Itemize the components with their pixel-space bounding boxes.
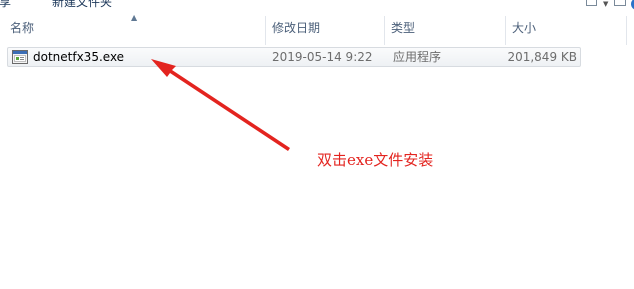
column-header-row: ▲ 名称 修改日期 类型 大小 — [0, 12, 634, 45]
toolbar-right-group: ▼ ? — [586, 0, 634, 10]
annotation-arrow-shape — [151, 59, 290, 151]
column-divider[interactable] — [505, 16, 506, 45]
share-menu-button[interactable]: 享 — [0, 0, 11, 10]
new-folder-button[interactable]: 新建文件夹 — [52, 0, 112, 10]
preview-pane-icon[interactable] — [614, 0, 628, 10]
view-options-icon[interactable] — [586, 0, 600, 10]
column-header-date-modified[interactable]: 修改日期 — [272, 12, 382, 45]
column-header-type[interactable]: 类型 — [391, 12, 501, 45]
toolbar: 享 新建文件夹 ▼ ? — [0, 0, 634, 12]
column-header-name[interactable]: 名称 — [10, 12, 265, 45]
column-header-size[interactable]: 大小 — [512, 12, 622, 45]
file-row-dotnetfx35[interactable]: dotnetfx35.exe 2019-05-14 9:22 应用程序 201,… — [7, 47, 581, 67]
column-divider[interactable] — [626, 16, 627, 45]
explorer-window: 享 新建文件夹 ▼ ? ▲ 名称 修改日期 类型 大小 dotnetfx35.e… — [0, 0, 634, 289]
file-size: 201,849 KB — [507, 50, 577, 64]
annotation-label: 双击exe文件安装 — [317, 151, 434, 169]
column-divider[interactable] — [384, 16, 385, 45]
column-divider[interactable] — [265, 16, 266, 45]
chevron-down-icon[interactable]: ▼ — [603, 0, 611, 10]
